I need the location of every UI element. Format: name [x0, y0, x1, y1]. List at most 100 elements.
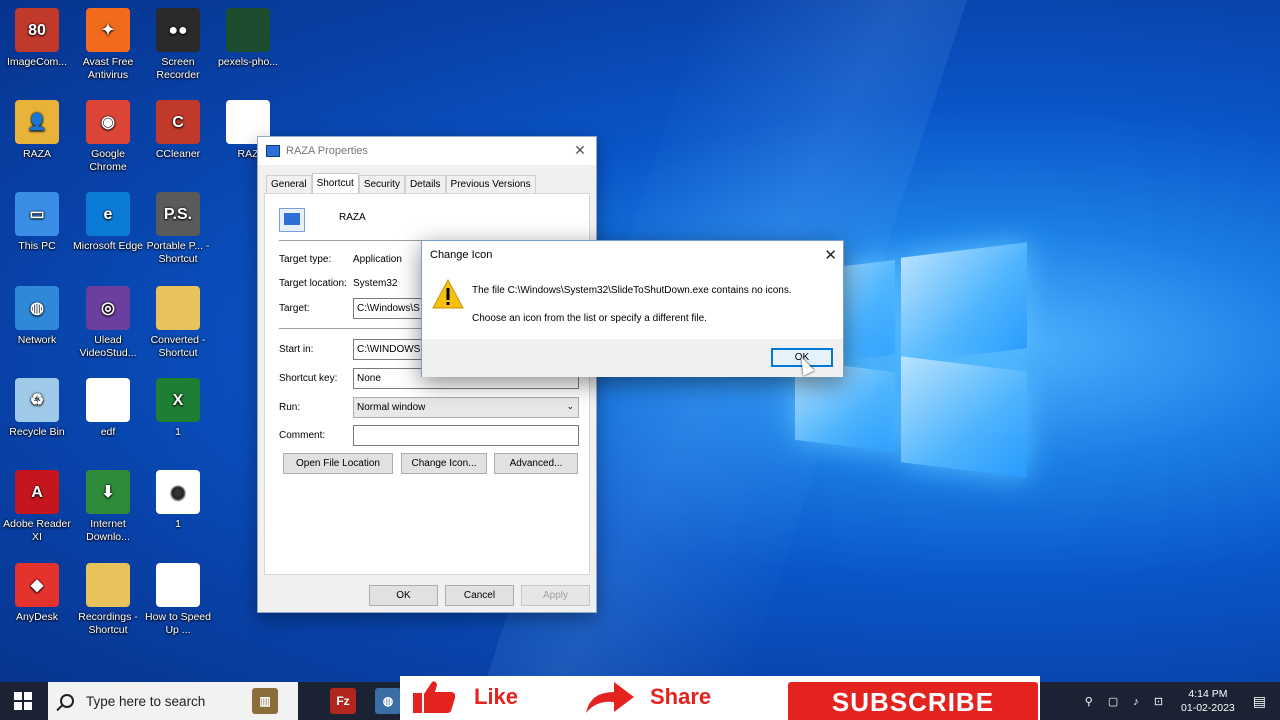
app-icon: ♻	[15, 378, 59, 422]
desktop-icon[interactable]: ◎ Ulead VideoStud...	[71, 286, 145, 360]
comment-label: Comment:	[279, 430, 326, 441]
change-icon-title: Change Icon	[430, 249, 493, 261]
properties-titlebar[interactable]: RAZA Properties	[258, 137, 596, 165]
desktop-icon[interactable]: edf	[71, 378, 145, 439]
app-icon	[86, 378, 130, 422]
message-line-2: Choose an icon from the list or specify …	[472, 313, 707, 324]
desktop-icon[interactable]: How to Speed Up ...	[141, 563, 215, 637]
app-icon	[156, 563, 200, 607]
desktop-icon[interactable]: e Microsoft Edge	[71, 192, 145, 253]
app-icon: X	[156, 378, 200, 422]
desktop-icon-label: 1	[175, 426, 181, 438]
desktop-icon[interactable]: pexels-pho...	[211, 8, 285, 69]
share-button[interactable]: Share	[584, 680, 711, 714]
close-icon[interactable]: ✕	[572, 142, 588, 158]
app-icon: 80	[15, 8, 59, 52]
desktop-icon-label: pexels-pho...	[217, 56, 279, 68]
desktop-icon-label: Recycle Bin	[9, 426, 65, 438]
tab-previous-versions[interactable]: Previous Versions	[445, 175, 536, 193]
desktop-icon[interactable]: X1	[141, 378, 215, 439]
desktop-icon[interactable]: C CCleaner	[141, 100, 215, 161]
properties-tabs: General Shortcut Security Details Previo…	[266, 173, 536, 193]
notification-icon[interactable]: ▤	[1253, 693, 1266, 710]
books-app-icon[interactable]: ▥	[252, 688, 278, 714]
shortcut-icon	[266, 145, 280, 157]
message-line-1: The file C:\Windows\System32\SlideToShut…	[472, 285, 792, 296]
change-icon-button[interactable]: Change Icon...	[401, 453, 487, 474]
shortcut-key-label: Shortcut key:	[279, 373, 338, 384]
target-type-value: Application	[353, 254, 402, 265]
dialog-footer: OK	[422, 339, 843, 377]
clock[interactable]: 4:14 PM 01-02-2023	[1181, 687, 1235, 715]
windows-start-icon[interactable]	[14, 692, 32, 710]
search-icon	[60, 694, 74, 708]
desktop-icon-label: Network	[17, 334, 57, 346]
run-select[interactable]: Normal window ⌄	[353, 397, 579, 418]
app-icon[interactable]: ◍	[375, 688, 401, 714]
clock-date: 01-02-2023	[1181, 702, 1235, 714]
desktop-icon-label: Converted - Shortcut	[150, 334, 206, 359]
desktop-icon[interactable]: A Adobe Reader XI	[0, 470, 74, 544]
close-icon[interactable]: ✕	[824, 246, 837, 264]
app-icon	[156, 286, 200, 330]
app-icon: ◉	[156, 470, 200, 514]
like-label: Like	[474, 684, 519, 709]
desktop-icon[interactable]: ◉ 1	[141, 470, 215, 531]
tray-icons[interactable]: ⚲ ▢ ♪ ⊡	[1085, 695, 1169, 708]
comment-input[interactable]	[353, 425, 579, 446]
tab-shortcut[interactable]: Shortcut	[311, 173, 359, 193]
filezilla-icon[interactable]: Fz	[330, 688, 356, 714]
desktop-icon-label: AnyDesk	[15, 611, 58, 623]
desktop-icon-label: Avast Free Antivirus	[82, 56, 134, 81]
desktop-icon-label: Recordings - Shortcut	[78, 611, 138, 636]
like-share-subscribe-banner: Like Share SUBSCRIBE	[400, 676, 1040, 720]
desktop-icon[interactable]: ✦ Avast Free Antivirus	[71, 8, 145, 82]
thumbs-up-icon	[413, 681, 456, 713]
desktop-icon[interactable]: ⬇ Internet Downlo...	[71, 470, 145, 544]
desktop-icon-label: Screen Recorder	[156, 56, 200, 81]
desktop-icon[interactable]: Converted - Shortcut	[141, 286, 215, 360]
cancel-button[interactable]: Cancel	[445, 585, 514, 606]
app-icon	[86, 563, 130, 607]
like-button[interactable]: Like	[412, 680, 518, 714]
desktop-icon[interactable]: P.S. Portable P... - Shortcut	[141, 192, 215, 266]
app-icon: ⬇	[86, 470, 130, 514]
ok-button[interactable]: OK	[369, 585, 438, 606]
subscribe-button[interactable]: SUBSCRIBE	[788, 682, 1038, 720]
advanced-button[interactable]: Advanced...	[494, 453, 578, 474]
desktop-icon[interactable]: ●● Screen Recorder	[141, 8, 215, 82]
desktop-icon-label: edf	[100, 426, 116, 438]
desktop-icon[interactable]: 👤 RAZA	[0, 100, 74, 161]
tab-security[interactable]: Security	[358, 175, 405, 193]
app-icon: ◎	[86, 286, 130, 330]
desktop-icon[interactable]: ▭ This PC	[0, 192, 74, 253]
app-icon: e	[86, 192, 130, 236]
desktop-icon-label: Adobe Reader XI	[3, 518, 71, 543]
desktop-icon-label: ImageCom...	[6, 56, 68, 68]
tab-general[interactable]: General	[266, 175, 312, 193]
desktop-icon[interactable]: Recordings - Shortcut	[71, 563, 145, 637]
tab-details[interactable]: Details	[404, 175, 446, 193]
desktop-icon[interactable]: ◍ Network	[0, 286, 74, 347]
desktop-icon[interactable]: 80 ImageCom...	[0, 8, 74, 69]
desktop-icon-label: Internet Downlo...	[86, 518, 130, 543]
run-label: Run:	[279, 402, 301, 413]
search-placeholder: Type here to search	[86, 693, 206, 709]
properties-title: RAZA Properties	[286, 145, 368, 157]
desktop-icon-label: CCleaner	[155, 148, 201, 160]
target-location-label: Target location:	[279, 278, 347, 289]
open-file-location-button[interactable]: Open File Location	[283, 453, 393, 474]
desktop-icon[interactable]: ◆ AnyDesk	[0, 563, 74, 624]
shortcut-name: RAZA	[339, 212, 366, 223]
apply-button[interactable]: Apply	[521, 585, 590, 606]
desktop-icon[interactable]: ♻ Recycle Bin	[0, 378, 74, 439]
start-in-label: Start in:	[279, 344, 314, 355]
desktop-icon[interactable]: ◉ Google Chrome	[71, 100, 145, 174]
app-icon: ◆	[15, 563, 59, 607]
app-icon: ◉	[86, 100, 130, 144]
target-label: Target:	[279, 303, 310, 314]
target-location-value: System32	[353, 278, 398, 289]
desktop-icon-label: Microsoft Edge	[72, 240, 144, 252]
target-type-label: Target type:	[279, 254, 332, 265]
chevron-down-icon: ⌄	[566, 401, 574, 411]
